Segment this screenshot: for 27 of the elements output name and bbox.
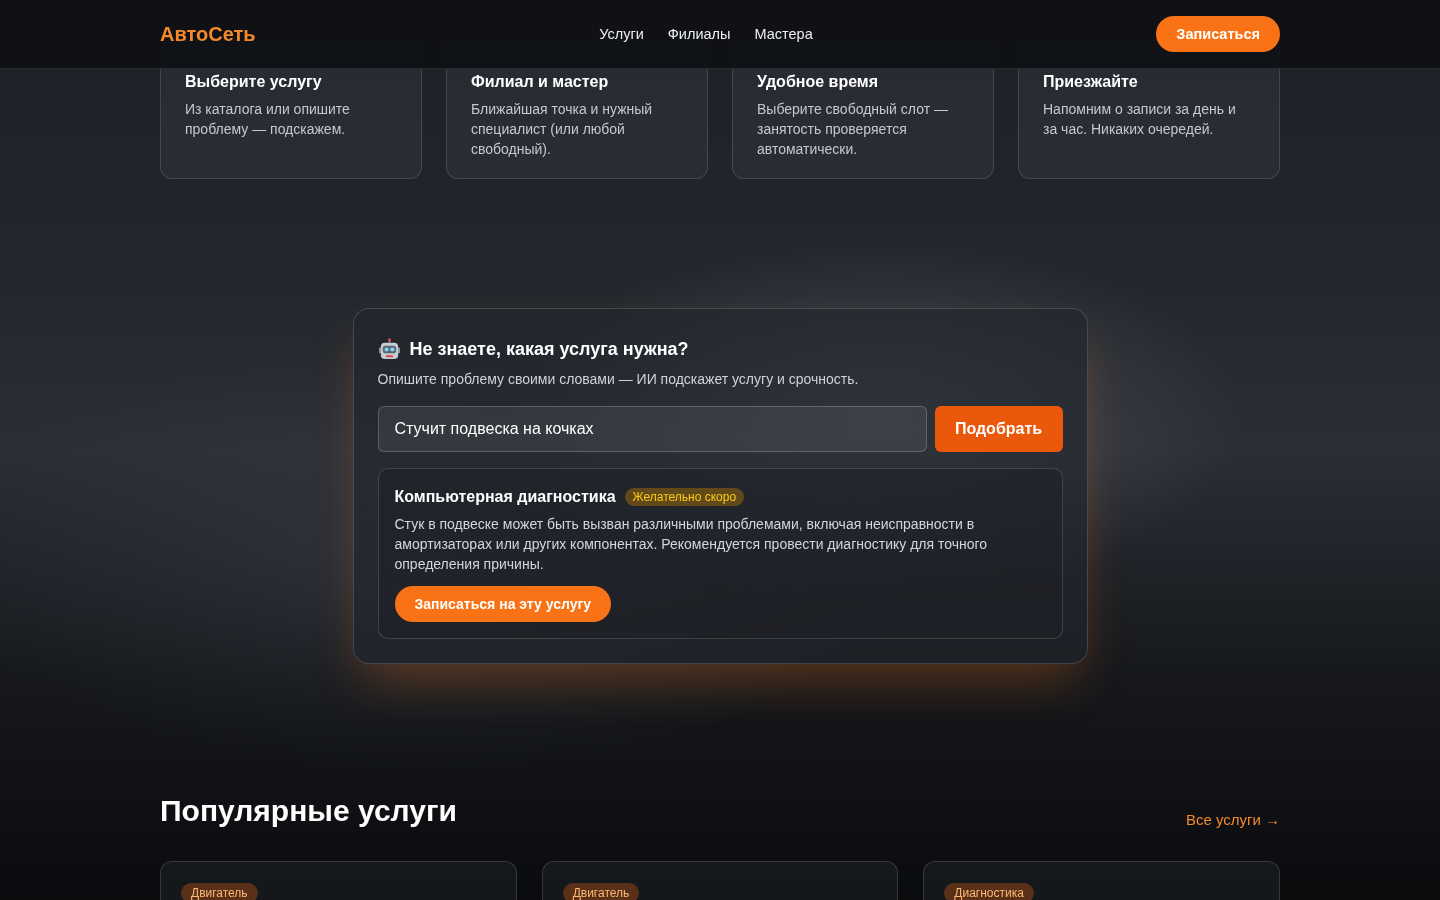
service-card[interactable]: Диагностика [923,861,1280,900]
logo[interactable]: АвтоСеть [160,22,256,46]
service-card[interactable]: Двигатель [541,861,899,900]
ai-helper-title: Не знаете, какая услуга нужна? [409,338,689,360]
robot-icon [377,337,401,361]
service-card[interactable]: Двигатель [160,861,517,900]
pick-button[interactable]: Подобрать [934,406,1063,452]
step-title: Удобное время [757,72,879,92]
nav-link[interactable]: Услуги [599,26,644,42]
section-title: Популярные услуги [160,793,457,829]
category-tag: Диагностика [944,883,1034,900]
all-services-link[interactable]: Все услуги → [1185,811,1280,828]
result-description: Стук в подвеске может быть вызван различными проблемами, включая неисправности в амортизаторах или других компонентах. Рекомендуется провести диагностику для точного определения причины. [394,515,989,574]
step-description: Напомним о записи за день и за час. Никаких очередей. [1043,100,1237,139]
result-title: Компьютерная диагностика [394,488,616,506]
step-title: Выберите услугу [185,72,323,92]
category-tag: Двигатель [562,883,640,900]
nav-link[interactable]: Филиалы [667,26,731,42]
step-description: Ближайшая точка и нужный специалист (или любой свободный). [471,100,654,159]
category-tag: Двигатель [181,883,258,900]
step-title: Приезжайте [1043,72,1139,92]
urgency-badge: Желательно скоро [624,488,745,506]
nav-link[interactable]: Мастера [754,26,813,42]
step-description: Из каталога или опишите проблему — подскажем. [185,100,351,139]
ai-helper-subtitle: Опишите проблему своими словами — ИИ подскажет услугу и срочность. [377,370,860,389]
step-title: Филиал и мастер [471,72,610,92]
step-description: Выберите свободный слот — занятость проверяется автоматически. [757,100,949,159]
